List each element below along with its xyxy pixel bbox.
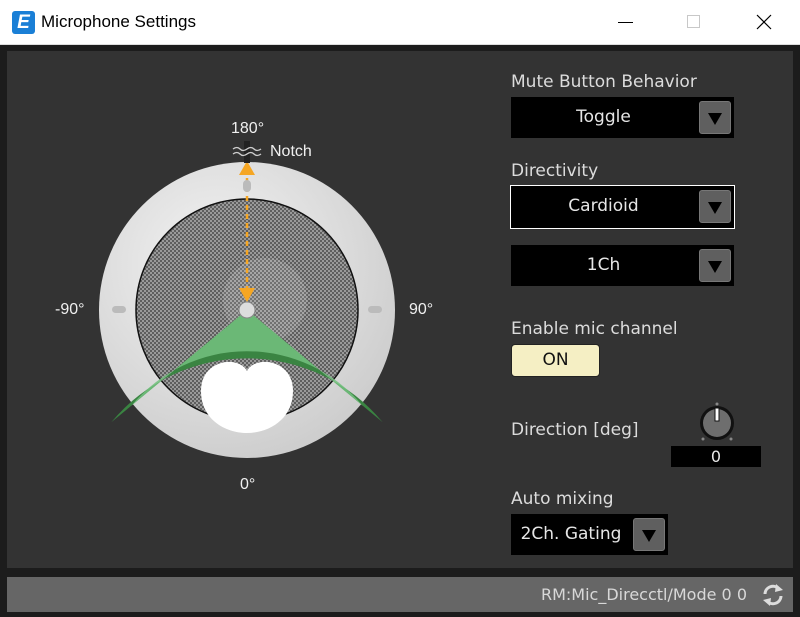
direction-label: Direction [deg] — [511, 420, 639, 440]
mic-icon-left — [112, 306, 126, 313]
directivity-dropdown[interactable]: Cardioid — [510, 185, 735, 229]
directivity-label: Directivity — [511, 161, 599, 181]
mic-icon-top — [243, 180, 251, 192]
chevron-down-icon[interactable] — [699, 249, 731, 282]
notch-label: Notch — [270, 143, 312, 160]
angle-label-neg90: -90° — [55, 301, 85, 318]
center-mic-icon — [238, 301, 256, 319]
mute-behavior-dropdown[interactable]: Toggle — [511, 97, 734, 138]
mute-behavior-label: Mute Button Behavior — [511, 72, 697, 92]
auto-mixing-label: Auto mixing — [511, 489, 614, 509]
auto-mixing-value: 2Ch. Gating — [520, 524, 622, 544]
chevron-down-icon[interactable] — [633, 518, 665, 551]
chevron-down-icon[interactable] — [699, 101, 731, 134]
direction-knob[interactable] — [695, 400, 739, 444]
angle-label-90: 90° — [409, 301, 434, 318]
status-bar: RM:Mic_Direcctl/Mode 0 0 — [7, 577, 793, 612]
mute-behavior-value: Toggle — [576, 107, 631, 127]
auto-mixing-dropdown[interactable]: 2Ch. Gating — [511, 514, 668, 555]
mic-icon-right — [368, 306, 382, 313]
refresh-icon[interactable] — [759, 581, 787, 609]
chevron-down-icon[interactable] — [699, 190, 731, 223]
angle-label-180: 180° — [231, 120, 265, 137]
enable-mic-toggle[interactable]: ON — [511, 344, 600, 377]
directivity-value: Cardioid — [568, 196, 639, 216]
direction-value[interactable]: 0 — [671, 446, 761, 467]
status-text: RM:Mic_Direcctl/Mode 0 0 — [540, 585, 747, 604]
angle-label-0: 0° — [240, 476, 256, 493]
mic-direction-diagram[interactable] — [0, 0, 800, 617]
notch-wave-icon — [232, 141, 262, 163]
enable-mic-label: Enable mic channel — [511, 319, 678, 339]
channel-value: 1Ch — [586, 255, 621, 275]
channel-dropdown[interactable]: 1Ch — [511, 245, 734, 286]
